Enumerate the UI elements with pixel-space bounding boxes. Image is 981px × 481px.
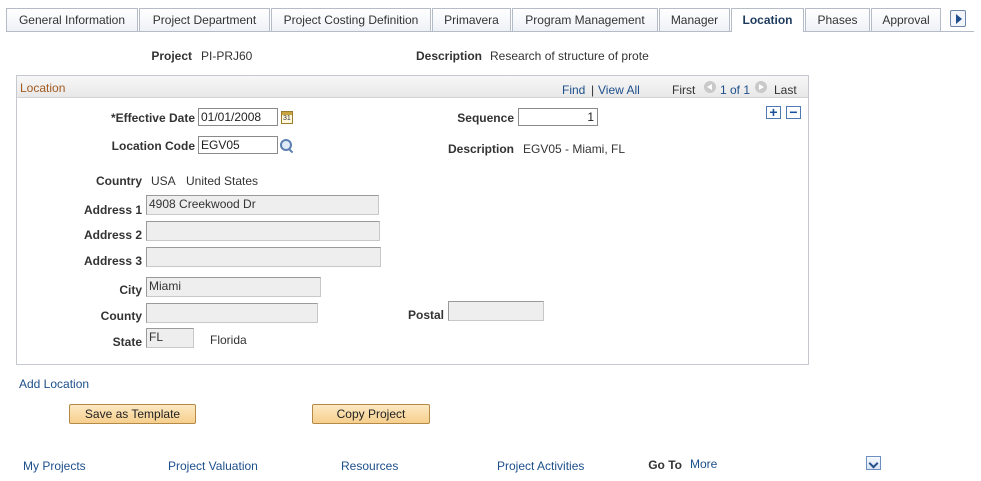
calendar-icon[interactable]: 31 — [281, 111, 293, 124]
address1-field[interactable]: 4908 Creekwood Dr — [146, 195, 379, 215]
tab-divider — [6, 31, 974, 32]
location-description-value: EGV05 - Miami, FL — [523, 142, 626, 156]
description-value: Research of structure of prote — [490, 49, 649, 63]
tab-program-management[interactable]: Program Management — [512, 8, 658, 31]
country-code: USA — [151, 174, 176, 188]
county-label: County — [100, 309, 142, 323]
find-link[interactable]: Find — [562, 83, 585, 97]
tab-general-information[interactable]: General Information — [6, 8, 138, 31]
row-count: 1 of 1 — [720, 83, 751, 97]
city-field[interactable]: Miami — [146, 277, 321, 297]
resources-link[interactable]: Resources — [341, 459, 398, 473]
lookup-search-icon[interactable] — [280, 139, 295, 154]
tab-bar: General Information Project Department P… — [6, 8, 974, 32]
location-description-label: Description — [447, 142, 514, 156]
save-as-template-button[interactable]: Save as Template — [69, 404, 196, 424]
delete-row-button[interactable]: − — [786, 104, 801, 120]
nav-separator: | — [591, 83, 595, 97]
country-name: United States — [186, 174, 259, 188]
minus-icon: − — [789, 104, 798, 120]
state-label: State — [112, 335, 142, 349]
project-value: PI-PRJ60 — [201, 49, 253, 63]
location-code-input[interactable]: EGV05 — [198, 136, 278, 154]
address2-field[interactable] — [146, 221, 380, 241]
county-field[interactable] — [146, 303, 318, 323]
add-location-link[interactable]: Add Location — [19, 377, 89, 391]
state-code-field[interactable]: FL — [146, 328, 194, 348]
postal-label: Postal — [407, 308, 444, 322]
address3-field[interactable] — [146, 247, 381, 267]
tab-primavera[interactable]: Primavera — [432, 8, 511, 31]
location-section-header: Location Find | View All First 1 of 1 La… — [17, 76, 808, 98]
effective-date-label: *Effective Date — [110, 111, 195, 125]
sequence-input[interactable]: 1 — [518, 108, 598, 126]
address3-label: Address 3 — [83, 254, 142, 268]
sequence-label: Sequence — [457, 111, 514, 125]
last-label: Last — [774, 83, 797, 97]
copy-project-button[interactable]: Copy Project — [312, 404, 430, 424]
tab-project-department[interactable]: Project Department — [139, 8, 270, 31]
location-code-label: Location Code — [111, 139, 195, 153]
location-section-title: Location — [20, 81, 66, 95]
tab-scroll-right-icon[interactable] — [950, 10, 966, 27]
previous-arrow-icon[interactable] — [704, 81, 716, 93]
tab-phases[interactable]: Phases — [805, 8, 870, 31]
city-label: City — [119, 283, 142, 297]
go-to-dropdown-icon[interactable] — [866, 456, 881, 470]
add-row-button[interactable]: + — [766, 104, 781, 120]
postal-field[interactable] — [448, 301, 544, 321]
tab-approval[interactable]: Approval — [871, 8, 941, 31]
go-to-label: Go To — [648, 458, 682, 472]
my-projects-link[interactable]: My Projects — [23, 459, 86, 473]
tab-project-costing-definition[interactable]: Project Costing Definition — [271, 8, 431, 31]
view-all-link[interactable]: View All — [598, 83, 640, 97]
effective-date-input[interactable]: 01/01/2008 — [198, 108, 278, 126]
calendar-icon-text: 31 — [283, 115, 291, 122]
project-activities-link[interactable]: Project Activities — [497, 459, 584, 473]
state-name: Florida — [210, 333, 247, 347]
tab-manager[interactable]: Manager — [659, 8, 730, 31]
tab-location[interactable]: Location — [731, 8, 804, 32]
next-arrow-icon[interactable] — [755, 81, 767, 93]
plus-icon: + — [769, 104, 778, 120]
description-label: Description — [415, 49, 482, 63]
address2-label: Address 2 — [83, 228, 142, 242]
address1-label: Address 1 — [83, 203, 142, 217]
go-to-value[interactable]: More — [690, 457, 717, 471]
first-label: First — [672, 83, 696, 97]
project-label: Project — [151, 49, 192, 63]
country-label: Country — [96, 174, 142, 188]
project-valuation-link[interactable]: Project Valuation — [168, 459, 258, 473]
